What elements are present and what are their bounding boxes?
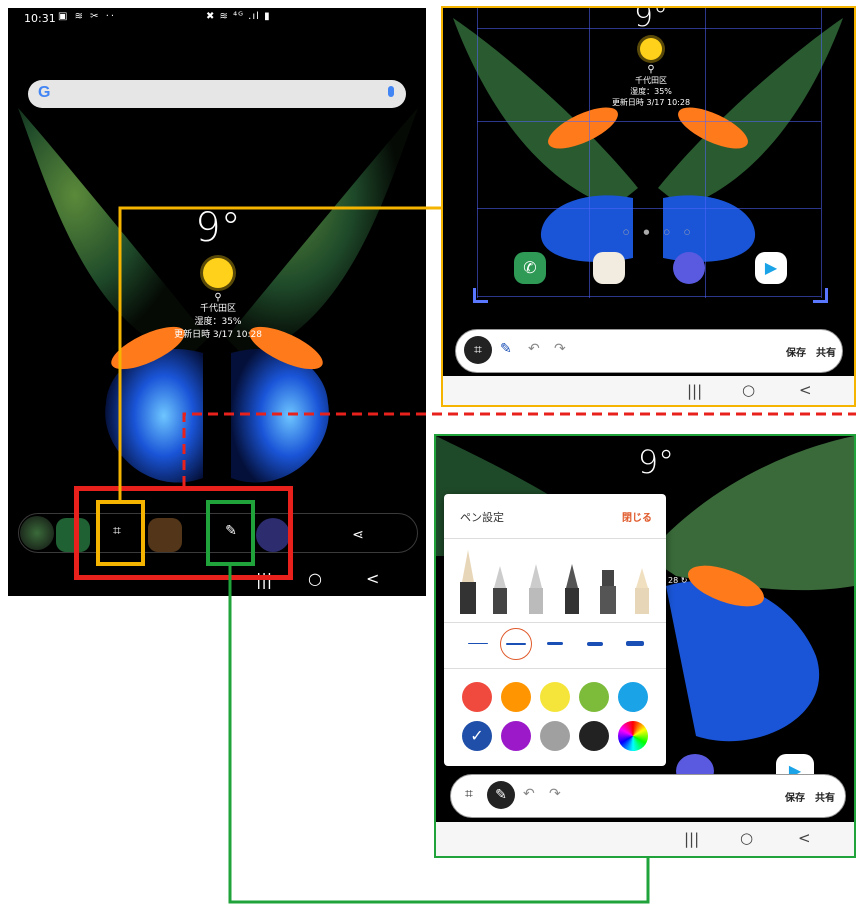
highlighter-icon[interactable]: [635, 568, 649, 614]
crop-icon[interactable]: ⌗: [464, 336, 492, 364]
save-button[interactable]: 保存: [785, 789, 805, 804]
crop-grid-line: [477, 208, 821, 209]
calligraphy-pen-icon[interactable]: [493, 566, 507, 614]
play-store-icon[interactable]: ▶: [755, 252, 787, 284]
crop-icon[interactable]: ⌗: [465, 786, 473, 802]
crop-grid-line: [477, 8, 478, 298]
share-button[interactable]: 共有: [816, 344, 836, 359]
crop-grid-line: [477, 296, 821, 297]
pen-icon[interactable]: ✎: [487, 781, 515, 809]
undo-icon[interactable]: ↶: [523, 786, 535, 802]
crop-handle-bottom-right[interactable]: [813, 288, 828, 303]
nav-recent-button[interactable]: |||: [687, 382, 702, 400]
edit-toolbar: ⌗ ✎ ↶ ↷ 保存 共有: [450, 774, 846, 818]
weather-location: 千代田区: [635, 76, 667, 85]
pen-settings-title: ペン設定: [460, 511, 504, 524]
stroke-size-5[interactable]: [626, 641, 644, 646]
weather-temperature: 9°: [633, 6, 669, 34]
marker-icon[interactable]: [600, 570, 616, 614]
share-button[interactable]: 共有: [815, 789, 835, 804]
pen-icon[interactable]: ✎: [500, 341, 512, 357]
internet-app-icon[interactable]: [673, 252, 705, 284]
color-light-blue[interactable]: [618, 682, 648, 712]
weather-temperature: 9°: [637, 443, 675, 481]
fountain-pen-icon[interactable]: [460, 550, 476, 614]
crop-grid-line: [821, 8, 822, 298]
pencil-icon[interactable]: [565, 564, 579, 614]
nav-back-button[interactable]: <: [799, 381, 812, 399]
color-black[interactable]: [579, 721, 609, 751]
divider: [444, 668, 666, 669]
divider: [444, 622, 666, 623]
crop-handle-bottom-left[interactable]: [473, 288, 488, 303]
phone-app-icon[interactable]: ✆: [514, 252, 546, 284]
color-green[interactable]: [579, 682, 609, 712]
undo-icon[interactable]: ↶: [528, 341, 540, 357]
system-nav-bar: ||| ○ <: [436, 822, 854, 856]
color-picker-icon[interactable]: [618, 721, 648, 751]
redo-icon[interactable]: ↷: [554, 341, 566, 357]
weather-temperature-bg: 9°: [626, 446, 686, 478]
color-blue-selected[interactable]: ✓: [462, 721, 492, 751]
system-nav-bar: ||| ○ <: [443, 376, 854, 405]
pen-settings-panel: ペン設定 閉じる ✓: [444, 494, 666, 766]
crop-grid-line: [477, 121, 821, 122]
edit-toolbar: ⌗ ✎ ↶ ↷ 保存 共有: [455, 329, 843, 373]
sun-icon: [640, 38, 662, 60]
pen-type-row: [460, 550, 649, 614]
au-app-icon[interactable]: [593, 252, 625, 284]
weather-updated: 更新日時 3/17 10:28: [611, 98, 691, 107]
weather-humidity: 湿度：35%: [630, 87, 672, 96]
divider: [444, 538, 666, 539]
right-top-crop-screen: 9° ⚲ 千代田区 湿度：35% 更新日時 3/17 10:28 ○ ● ○ ○…: [441, 6, 856, 407]
color-yellow[interactable]: [540, 682, 570, 712]
color-gray[interactable]: [540, 721, 570, 751]
stroke-size-4[interactable]: [587, 642, 603, 646]
stroke-size-1[interactable]: [468, 643, 488, 644]
color-red[interactable]: [462, 682, 492, 712]
nav-home-button[interactable]: ○: [742, 381, 755, 399]
color-purple[interactable]: [501, 721, 531, 751]
weather-widget-crop: 9° ⚲ 千代田区 湿度：35% 更新日時 3/17 10:28: [601, 6, 701, 108]
nav-back-button[interactable]: <: [798, 829, 811, 847]
redo-icon[interactable]: ↷: [549, 786, 561, 802]
save-button[interactable]: 保存: [786, 344, 806, 359]
location-pin-icon: ⚲: [647, 64, 655, 75]
right-bottom-pen-screen: 9° 28 ↻ ペン設定 閉じる ✓ ▶ ⌗ ✎ ↶ ↷ 保存 共有 ||| ○…: [434, 434, 856, 858]
stroke-size-2[interactable]: [506, 643, 526, 645]
stroke-size-3[interactable]: [547, 642, 563, 645]
pen-tool-icon[interactable]: [529, 564, 543, 614]
close-button[interactable]: 閉じる: [622, 509, 652, 524]
crop-grid-line: [705, 8, 706, 298]
color-orange[interactable]: [501, 682, 531, 712]
page-indicator: ○ ● ○ ○: [623, 228, 697, 236]
weather-updated-partial: 28 ↻: [668, 576, 688, 585]
crop-grid-line: [589, 8, 590, 298]
nav-home-button[interactable]: ○: [740, 829, 753, 847]
nav-recent-button[interactable]: |||: [684, 830, 699, 848]
